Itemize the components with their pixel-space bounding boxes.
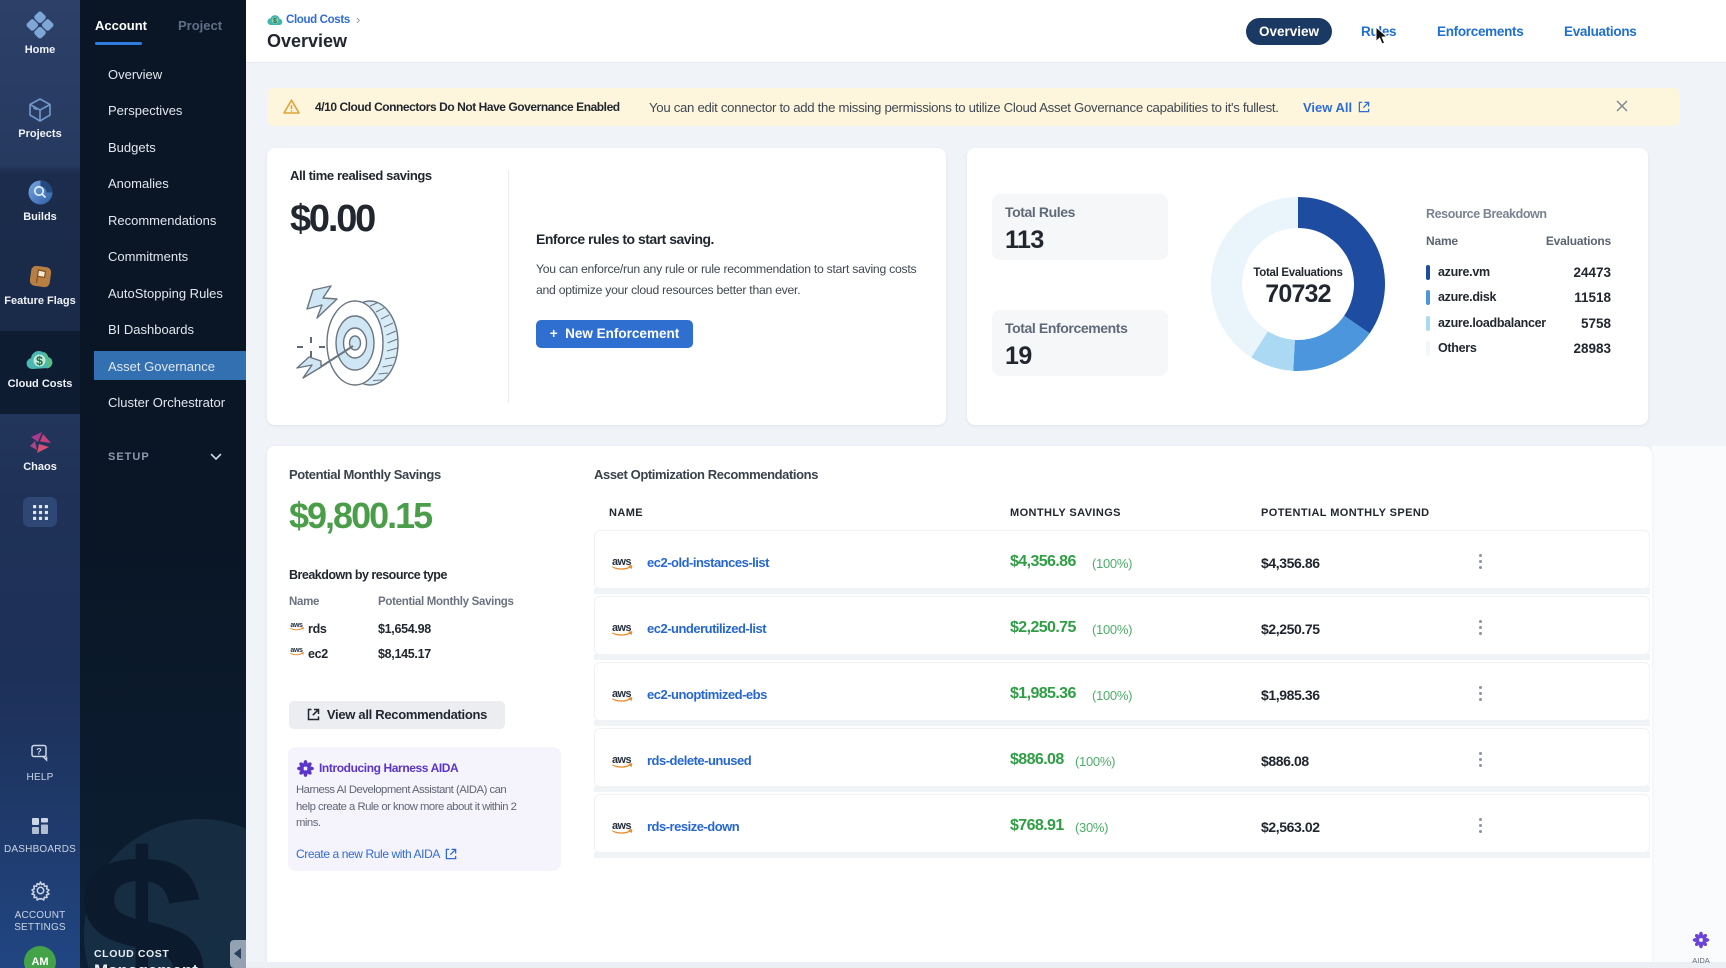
svg-text:$: $ — [273, 18, 277, 25]
svg-text:aws: aws — [612, 622, 631, 634]
svg-text:$: $ — [36, 354, 43, 368]
svg-text:aws: aws — [290, 647, 303, 654]
svg-text:Total Evaluations: Total Evaluations — [1253, 267, 1342, 279]
svg-text:aws: aws — [290, 622, 303, 629]
svg-text:aws: aws — [612, 688, 631, 700]
svg-text:aws: aws — [612, 820, 631, 832]
svg-text:70732: 70732 — [1265, 280, 1331, 308]
svg-text:aws: aws — [612, 556, 631, 568]
svg-text:?: ? — [36, 747, 42, 757]
svg-text:aws: aws — [612, 754, 631, 766]
